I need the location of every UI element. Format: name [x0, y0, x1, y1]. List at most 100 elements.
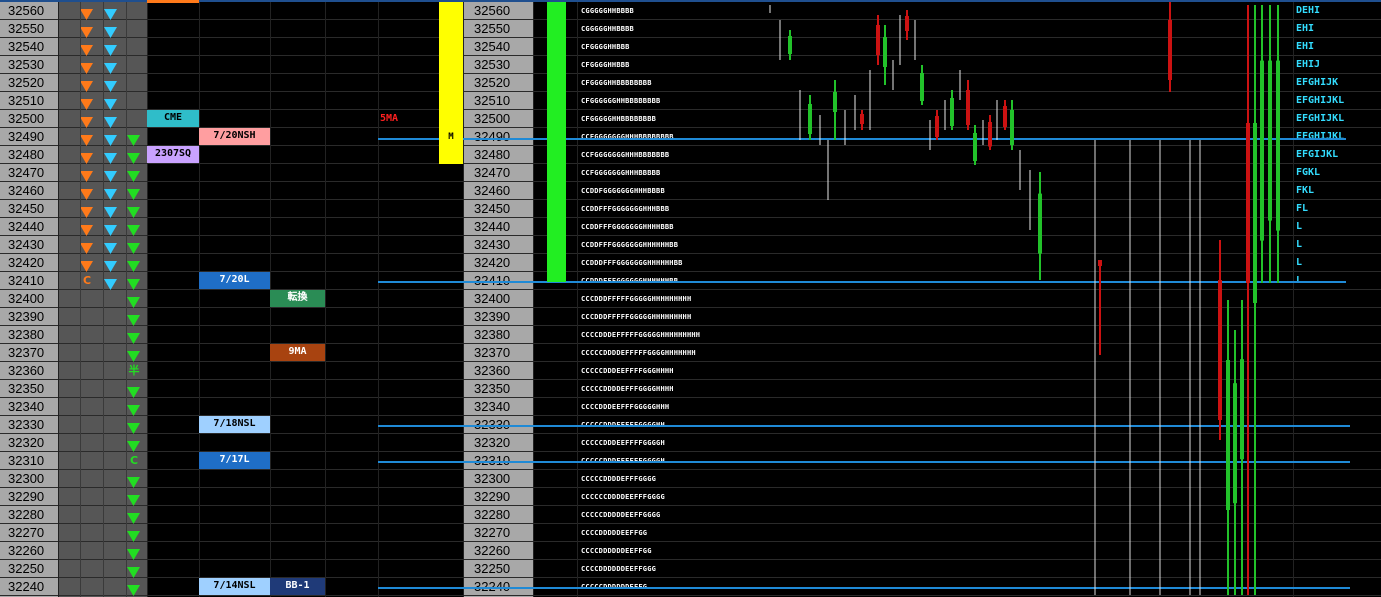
- tpo-side-row: DEHI: [1296, 5, 1321, 16]
- price-right: 32350: [474, 381, 511, 396]
- price-left: 32250: [8, 561, 45, 576]
- ma5-label[interactable]: 5MA: [380, 111, 410, 126]
- cyan-arrow-icon: [104, 131, 118, 146]
- column-divider: [1293, 0, 1294, 597]
- l-720-label[interactable]: 7/20L: [199, 272, 270, 289]
- price-left: 32290: [8, 489, 45, 504]
- price-left: 32510: [8, 93, 45, 108]
- orange-arrow-icon: [80, 59, 94, 74]
- cme-label[interactable]: CME: [147, 110, 199, 127]
- nsl-714-label[interactable]: 7/14NSL: [199, 578, 270, 595]
- tpo-side-row: FKL: [1296, 185, 1315, 196]
- price-right: 32420: [474, 255, 511, 270]
- cyan-arrow-icon: [104, 257, 118, 272]
- green-arrow-icon: [127, 383, 141, 398]
- cyan-arrow-icon: [104, 77, 118, 92]
- price-right: 32380: [474, 327, 511, 342]
- orange-arrow-icon: [80, 167, 94, 182]
- green-arrow-icon: [127, 437, 141, 452]
- column-divider: [147, 0, 148, 597]
- tpo-row: CCFGGGGGGGHHHBBBBBBBB: [581, 133, 674, 141]
- bb-label[interactable]: BB-1: [270, 578, 325, 595]
- tpo-row: CCDDDFFFGGGGGGGHHHHHHBB: [581, 259, 683, 267]
- price-right: 32320: [474, 435, 511, 450]
- orange-arrow-icon: [80, 5, 94, 20]
- green-arrow-icon: [127, 419, 141, 434]
- tpo-row: CGGGGGHHBBBB: [581, 7, 634, 15]
- price-right: 32540: [474, 39, 511, 54]
- tpo-row: CCCCCDDDDEFFFFFGGGGHHHHHHH: [581, 349, 696, 357]
- green-signal-text: 半: [128, 364, 140, 377]
- cyan-arrow-icon: [104, 23, 118, 38]
- price-right: 32550: [474, 21, 511, 36]
- price-left: 32470: [8, 165, 45, 180]
- price-left: 32530: [8, 57, 45, 72]
- label-panel-a: [147, 0, 199, 597]
- price-right: 32400: [474, 291, 511, 306]
- green-arrow-icon: [127, 527, 141, 542]
- price-left: 32410: [8, 273, 45, 288]
- cyan-arrow-icon: [104, 5, 118, 20]
- price-left: 32440: [8, 219, 45, 234]
- tpo-side-row: EFGHIJKL: [1296, 131, 1345, 142]
- nsl-718-label[interactable]: 7/18NSL: [199, 416, 270, 433]
- level-line: [378, 138, 1346, 140]
- column-divider: [103, 0, 104, 597]
- ma9-label[interactable]: 9MA: [270, 344, 325, 361]
- orange-arrow-icon: [80, 41, 94, 56]
- price-left: 32260: [8, 543, 45, 558]
- column-divider: [533, 0, 534, 597]
- orange-arrow-icon: [80, 95, 94, 110]
- green-arrow-icon: [127, 149, 141, 164]
- orange-arrow-icon: [80, 239, 94, 254]
- price-left: 32370: [8, 345, 45, 360]
- green-arrow-icon: [127, 347, 141, 362]
- price-left: 32460: [8, 183, 45, 198]
- column-divider: [126, 0, 127, 597]
- orange-arrow-icon: [80, 185, 94, 200]
- tpo-row: CCCCCDDDEEFFFFGGGHHHH: [581, 367, 674, 375]
- cyan-arrow-icon: [104, 149, 118, 164]
- tpo-side-row: L: [1296, 221, 1303, 232]
- price-right: 32360: [474, 363, 511, 378]
- price-left: 32280: [8, 507, 45, 522]
- green-arrow-icon: [127, 293, 141, 308]
- price-right: 32490: [474, 129, 511, 144]
- tpo-row: CCCCCCDDDDEEFFFGGGG: [581, 493, 665, 501]
- level-line: [378, 281, 1346, 283]
- price-left: 32240: [8, 579, 45, 594]
- price-right: 32290: [474, 489, 511, 504]
- nsh-720-label[interactable]: 7/20NSH: [199, 128, 270, 145]
- tenkan-label[interactable]: 転換: [270, 290, 325, 307]
- price-right: 32560: [474, 3, 511, 18]
- level-line: [378, 425, 1350, 427]
- price-left: 32490: [8, 129, 45, 144]
- market-depth-board: 32560 32560 CGGGGGHHBBBB DEHI 32550 32550 CGGG…: [0, 0, 1381, 597]
- column-divider: [58, 0, 59, 597]
- green-arrow-icon: [127, 221, 141, 236]
- tpo-row: CCCCDDDDDDEEFFGGG: [581, 565, 657, 573]
- price-left: 32540: [8, 39, 45, 54]
- tpo-side-row: FL: [1296, 203, 1309, 214]
- green-arrow-icon: [127, 491, 141, 506]
- green-arrow-icon: [127, 473, 141, 488]
- price-left: 32360: [8, 363, 45, 378]
- price-left: 32350: [8, 381, 45, 396]
- price-right: 32340: [474, 399, 511, 414]
- label-panel-b: [199, 0, 270, 597]
- orange-arrow-icon: [80, 221, 94, 236]
- green-arrow-icon: [127, 257, 141, 272]
- column-divider: [199, 0, 200, 597]
- level-line: [378, 461, 1350, 463]
- cyan-arrow-icon: [104, 95, 118, 110]
- price-left: 32560: [8, 3, 45, 18]
- tpo-side-row: EFGHIJK: [1296, 77, 1339, 88]
- sq-label[interactable]: 2307SQ: [147, 146, 199, 163]
- l-717-label[interactable]: 7/17L: [199, 452, 270, 469]
- price-left: 32480: [8, 147, 45, 162]
- price-left: 32430: [8, 237, 45, 252]
- green-arrow-icon: [127, 545, 141, 560]
- green-signal-text: C: [129, 454, 139, 467]
- tpo-side-row: EFGIJKL: [1296, 149, 1339, 160]
- tpo-row: CCCCDDDEFFFFFGGGGGHHHHHHHHH: [581, 331, 701, 339]
